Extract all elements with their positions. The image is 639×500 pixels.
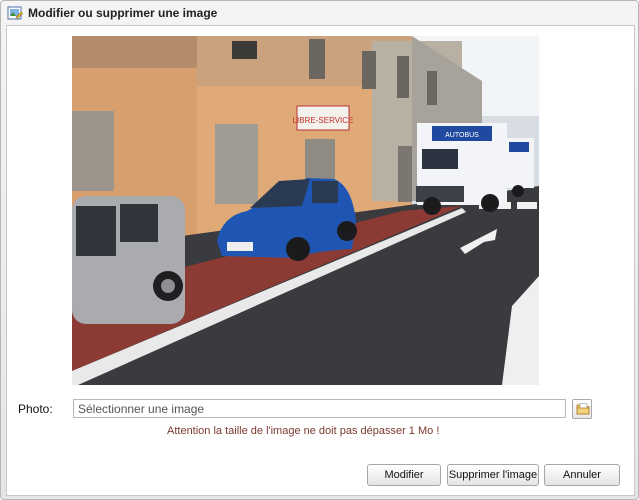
delete-image-button[interactable]: Supprimer l'image — [447, 464, 539, 486]
file-size-warning: Attention la taille de l'image ne doit p… — [167, 425, 440, 437]
truck-lettering: AUTOBUS — [445, 132, 479, 139]
image-edit-icon — [7, 5, 23, 21]
image-preview: LIBRE-SERVICE AUTOBUS — [72, 36, 539, 385]
dialog-body: LIBRE-SERVICE AUTOBUS Photo: Sélectionne… — [6, 25, 635, 496]
modify-button[interactable]: Modifier — [367, 464, 441, 486]
dialog-titlebar[interactable]: Modifier ou supprimer une image — [1, 1, 638, 25]
photo-label: Photo: — [18, 402, 53, 416]
street-photo: LIBRE-SERVICE AUTOBUS — [72, 36, 539, 385]
photo-file-input[interactable] — [73, 399, 566, 418]
dialog-title: Modifier ou supprimer une image — [28, 6, 218, 20]
browse-button[interactable] — [572, 399, 592, 419]
shop-sign-text: LIBRE-SERVICE — [293, 116, 354, 125]
cancel-button[interactable]: Annuler — [544, 464, 620, 486]
dialog-window: Modifier ou supprimer une image LIBRE-SE… — [0, 0, 639, 500]
